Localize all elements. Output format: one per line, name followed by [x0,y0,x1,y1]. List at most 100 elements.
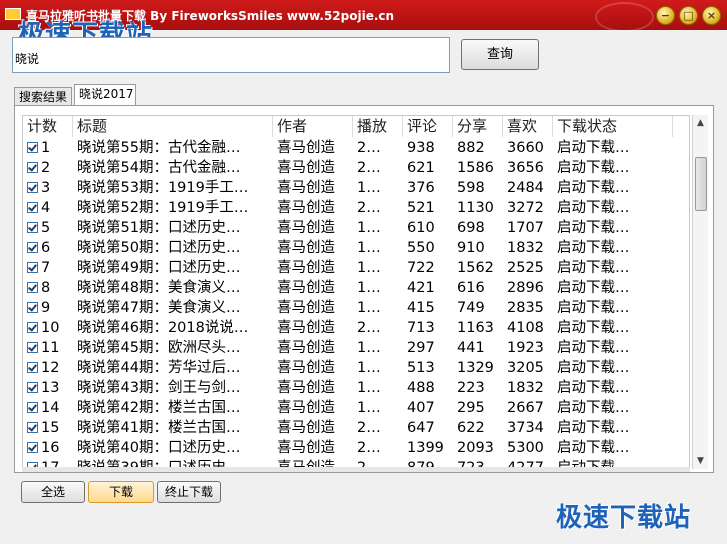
cell-play: 2… [357,420,381,436]
table-row[interactable]: 1 晓说第55期：古代金融… 喜马创造 2… 938 882 3660 启动下载… [23,138,689,158]
episode-table[interactable]: 计数 标题 作者 播放 评论 分享 喜欢 下载状态 1 晓说第55期：古代金融… 喜马创造 2… 93… [22,115,690,469]
table-row[interactable]: 12 晓说第44期：芳华过后… 喜马创造 1… 513 1329 3205 启动下载… [23,358,689,378]
row-checkbox[interactable] [27,422,38,433]
download-button[interactable]: 下载 [88,481,154,503]
cell-author: 喜马创造 [277,240,335,256]
table-row[interactable]: 8 晓说第48期：美食演义… 喜马创造 1… 421 616 2896 启动下载… [23,278,689,298]
cell-status: 启动下载… [557,320,630,336]
stop-download-button[interactable]: 终止下载 [157,481,221,503]
row-checkbox[interactable] [27,202,38,213]
cell-like: 1832 [507,380,544,396]
scroll-down-icon[interactable]: ▼ [693,453,708,469]
table-row[interactable]: 11 晓说第45期：欧洲尽头… 喜马创造 1… 297 441 1923 启动下载… [23,338,689,358]
table-row[interactable]: 15 晓说第41期：楼兰古国… 喜马创造 2… 647 622 3734 启动下载… [23,418,689,438]
header-title[interactable]: 标题 [73,116,273,137]
table-row[interactable]: 14 晓说第42期：楼兰古国… 喜马创造 1… 407 295 2667 启动下载… [23,398,689,418]
row-checkbox[interactable] [27,242,38,253]
cell-play: 1… [357,180,381,196]
row-checkbox[interactable] [27,302,38,313]
header-play[interactable]: 播放 [353,116,403,137]
tab-xiaoshuo-2017[interactable]: 晓说2017 [74,84,136,106]
row-checkbox[interactable] [27,382,38,393]
search-input[interactable]: 晓说 [12,37,450,73]
row-checkbox[interactable] [27,162,38,173]
minimize-button[interactable]: − [656,6,675,25]
row-checkbox[interactable] [27,262,38,273]
cell-status: 启动下载… [557,240,630,256]
row-checkbox[interactable] [27,322,38,333]
close-button[interactable]: × [702,6,721,25]
cell-share: 1329 [457,360,494,376]
cell-like: 3734 [507,420,544,436]
cell-comment: 621 [407,160,435,176]
cell-comment: 550 [407,240,435,256]
cell-title: 晓说第43期：剑王与剑… [77,380,241,396]
table-row[interactable]: 5 晓说第51期：口述历史… 喜马创造 1… 610 698 1707 启动下载… [23,218,689,238]
cell-status: 启动下载… [557,420,630,436]
table-header: 计数 标题 作者 播放 评论 分享 喜欢 下载状态 [23,116,689,137]
header-share[interactable]: 分享 [453,116,503,137]
cell-like: 2484 [507,180,544,196]
row-checkbox[interactable] [27,402,38,413]
cell-title: 晓说第53期：1919手工… [77,180,249,196]
cell-title: 晓说第42期：楼兰古国… [77,400,241,416]
header-count[interactable]: 计数 [23,116,73,137]
cell-share: 2093 [457,440,494,456]
select-all-button[interactable]: 全选 [21,481,85,503]
table-row[interactable]: 16 晓说第40期：口述历史… 喜马创造 2… 1399 2093 5300 启动下载… [23,438,689,458]
cell-play: 2… [357,440,381,456]
query-button[interactable]: 查询 [461,39,539,70]
cell-play: 1… [357,380,381,396]
cell-author: 喜马创造 [277,140,335,156]
swirl-decoration [595,2,654,32]
cell-like: 2835 [507,300,544,316]
cell-play: 1… [357,300,381,316]
table-row[interactable]: 7 晓说第49期：口述历史… 喜马创造 1… 722 1562 2525 启动下载… [23,258,689,278]
cell-comment: 488 [407,380,435,396]
row-checkbox[interactable] [27,362,38,373]
row-checkbox[interactable] [27,442,38,453]
cell-share: 749 [457,300,485,316]
table-row[interactable]: 10 晓说第46期：2018说说… 喜马创造 2… 713 1163 4108 启动下载… [23,318,689,338]
row-checkbox[interactable] [27,282,38,293]
cell-like: 2667 [507,400,544,416]
cell-status: 启动下载… [557,160,630,176]
cell-author: 喜马创造 [277,200,335,216]
horizontal-scrollbar[interactable] [22,467,690,472]
cell-like: 3656 [507,160,544,176]
cell-status: 启动下载… [557,200,630,216]
cell-share: 441 [457,340,485,356]
table-row[interactable]: 4 晓说第52期：1919手工… 喜马创造 2… 521 1130 3272 启动下载… [23,198,689,218]
header-author[interactable]: 作者 [273,116,353,137]
cell-share: 1562 [457,260,494,276]
row-checkbox[interactable] [27,222,38,233]
row-checkbox[interactable] [27,142,38,153]
table-row[interactable]: 2 晓说第54期：古代金融… 喜马创造 2… 621 1586 3656 启动下载… [23,158,689,178]
vertical-scrollbar[interactable]: ▲ ▼ [692,115,708,469]
scroll-thumb[interactable] [695,157,707,211]
header-status[interactable]: 下载状态 [553,116,673,137]
header-like[interactable]: 喜欢 [503,116,553,137]
cell-title: 晓说第49期：口述历史… [77,260,241,276]
table-row[interactable]: 3 晓说第53期：1919手工… 喜马创造 1… 376 598 2484 启动下载… [23,178,689,198]
cell-status: 启动下载… [557,300,630,316]
table-row[interactable]: 13 晓说第43期：剑王与剑… 喜马创造 1… 488 223 1832 启动下载… [23,378,689,398]
row-checkbox[interactable] [27,342,38,353]
cell-author: 喜马创造 [277,420,335,436]
row-checkbox[interactable] [27,182,38,193]
cell-share: 223 [457,380,485,396]
cell-author: 喜马创造 [277,160,335,176]
cell-share: 698 [457,220,485,236]
tab-search-results[interactable]: 搜索结果 [14,87,72,105]
cell-title: 晓说第40期：口述历史… [77,440,241,456]
cell-like: 3272 [507,200,544,216]
header-comment[interactable]: 评论 [403,116,453,137]
cell-share: 1163 [457,320,494,336]
scroll-up-icon[interactable]: ▲ [693,115,708,131]
table-row[interactable]: 9 晓说第47期：美食演义… 喜马创造 1… 415 749 2835 启动下载… [23,298,689,318]
cell-author: 喜马创造 [277,400,335,416]
table-row[interactable]: 6 晓说第50期：口述历史… 喜马创造 1… 550 910 1832 启动下载… [23,238,689,258]
cell-comment: 1399 [407,440,444,456]
cell-title: 晓说第41期：楼兰古国… [77,420,241,436]
maximize-button[interactable]: □ [679,6,698,25]
